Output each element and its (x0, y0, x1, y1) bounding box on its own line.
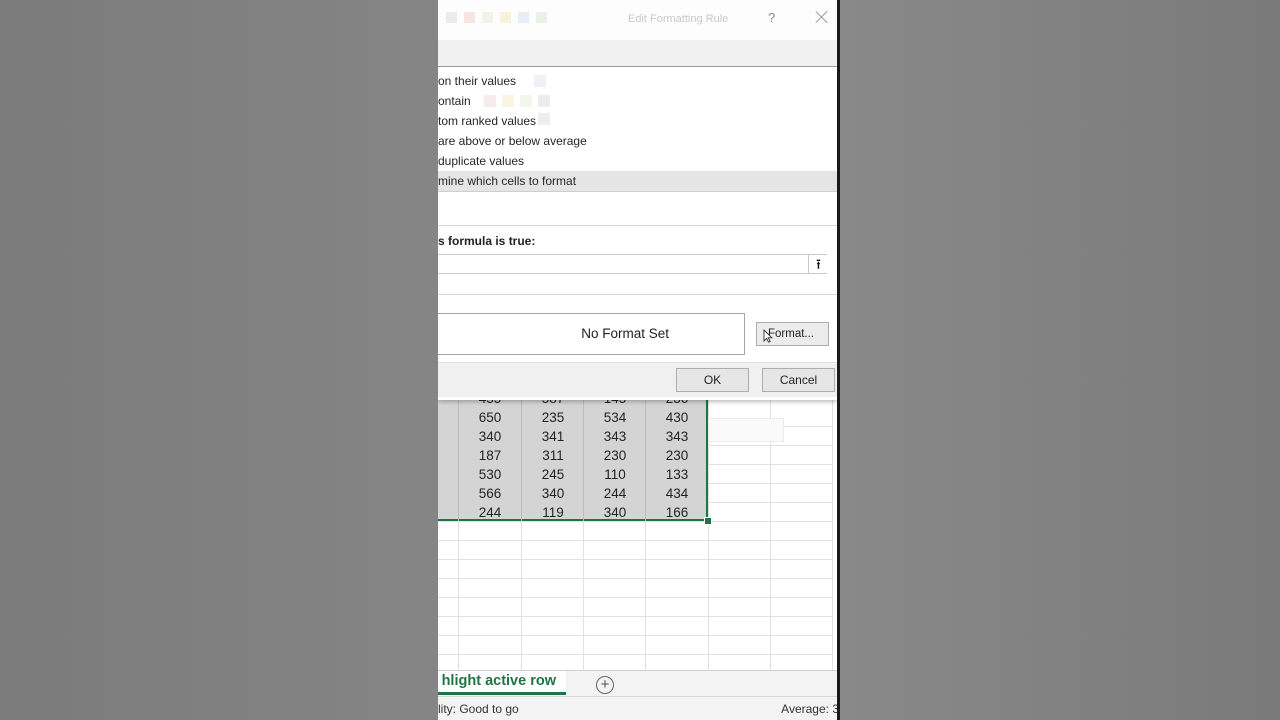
cell[interactable]: 650 (459, 408, 521, 427)
cell[interactable]: 340 (459, 427, 521, 446)
cell[interactable]: 230 (584, 446, 646, 465)
ghost-toolbar-icon (482, 12, 493, 23)
cell[interactable]: 311 (522, 446, 584, 465)
sheet-tab-active[interactable]: hlight active row (438, 671, 566, 695)
rule-type-list[interactable]: on their values ontain tom ranked values… (438, 66, 837, 192)
collapse-dialog-icon[interactable]: ⭱ (808, 255, 828, 273)
cell[interactable]: 230 (646, 446, 708, 465)
preview-text: No Format Set (581, 326, 669, 341)
grid-line (438, 616, 833, 617)
rule-type-item[interactable]: tom ranked values (438, 111, 837, 131)
rule-type-item[interactable]: are above or below average (438, 131, 837, 151)
close-icon[interactable] (814, 9, 830, 25)
mouse-cursor-icon (763, 329, 773, 343)
cell[interactable]: 187 (459, 446, 521, 465)
grid-line (832, 396, 833, 670)
right-blur-backdrop (840, 0, 1280, 720)
grid-line (438, 578, 833, 579)
dialog-title: Edit Formatting Rule (628, 13, 729, 25)
rule-type-item-selected[interactable]: mine which cells to format (438, 171, 837, 191)
accessibility-status[interactable]: lity: Good to go (438, 702, 519, 716)
help-icon[interactable]: ? (768, 10, 775, 25)
cell[interactable]: 235 (522, 408, 584, 427)
section-divider (438, 225, 837, 226)
rule-type-item[interactable]: on their values (438, 71, 837, 91)
cancel-button[interactable]: Cancel (762, 368, 835, 392)
window-edge (837, 0, 840, 720)
faint-background-button (708, 418, 784, 442)
edit-formatting-rule-dialog: Edit Formatting Rule ? on their values o… (438, 0, 837, 400)
ok-button[interactable]: OK (676, 368, 749, 392)
rule-type-item[interactable]: ontain (438, 91, 837, 111)
cell[interactable]: 133 (646, 465, 708, 484)
sheet-tab-label: hlight active row (441, 673, 556, 689)
excel-window-crop: 455 587 145 236 650 235 534 430 340 341 … (438, 0, 837, 720)
status-bar: lity: Good to go Average: 3 (438, 696, 837, 720)
ghost-toolbar-icon (464, 12, 475, 23)
cell[interactable]: 434 (646, 484, 708, 503)
cell[interactable]: 430 (646, 408, 708, 427)
cell[interactable]: 166 (646, 503, 708, 522)
cell[interactable]: 340 (584, 503, 646, 522)
cell[interactable]: 245 (522, 465, 584, 484)
selection-summary[interactable]: Average: 3 (781, 702, 837, 716)
cell[interactable]: 566 (459, 484, 521, 503)
ghost-ribbon-strip (438, 40, 837, 66)
grid-line (438, 635, 833, 636)
rule-type-item[interactable]: duplicate values (438, 151, 837, 171)
grid-line (438, 559, 833, 560)
dialog-button-bar: OK Cancel (438, 362, 837, 397)
sheet-tab-bar: hlight active row + (438, 670, 837, 697)
ghost-toolbar-icon (446, 12, 457, 23)
grid-line (438, 597, 833, 598)
ghost-toolbar-icon (536, 12, 547, 23)
format-preview: No Format Set (438, 313, 745, 355)
cell[interactable]: 110 (584, 465, 646, 484)
ghost-toolbar-icon (518, 12, 529, 23)
section-divider (438, 294, 837, 295)
cell[interactable]: 530 (459, 465, 521, 484)
cell[interactable]: 340 (522, 484, 584, 503)
formula-input[interactable] (438, 254, 827, 274)
cell[interactable]: 119 (522, 503, 584, 522)
cell[interactable]: 341 (522, 427, 584, 446)
dialog-title-bar: Edit Formatting Rule ? (438, 0, 837, 40)
formula-label: s formula is true: (438, 234, 536, 248)
cell[interactable]: 534 (584, 408, 646, 427)
grid-line (438, 540, 833, 541)
cell[interactable]: 343 (584, 427, 646, 446)
cell[interactable]: 244 (459, 503, 521, 522)
left-blur-backdrop (0, 0, 438, 720)
add-sheet-icon[interactable]: + (596, 676, 614, 694)
grid-line (438, 654, 833, 655)
cell[interactable]: 244 (584, 484, 646, 503)
ghost-toolbar-icon (500, 12, 511, 23)
cell[interactable]: 343 (646, 427, 708, 446)
